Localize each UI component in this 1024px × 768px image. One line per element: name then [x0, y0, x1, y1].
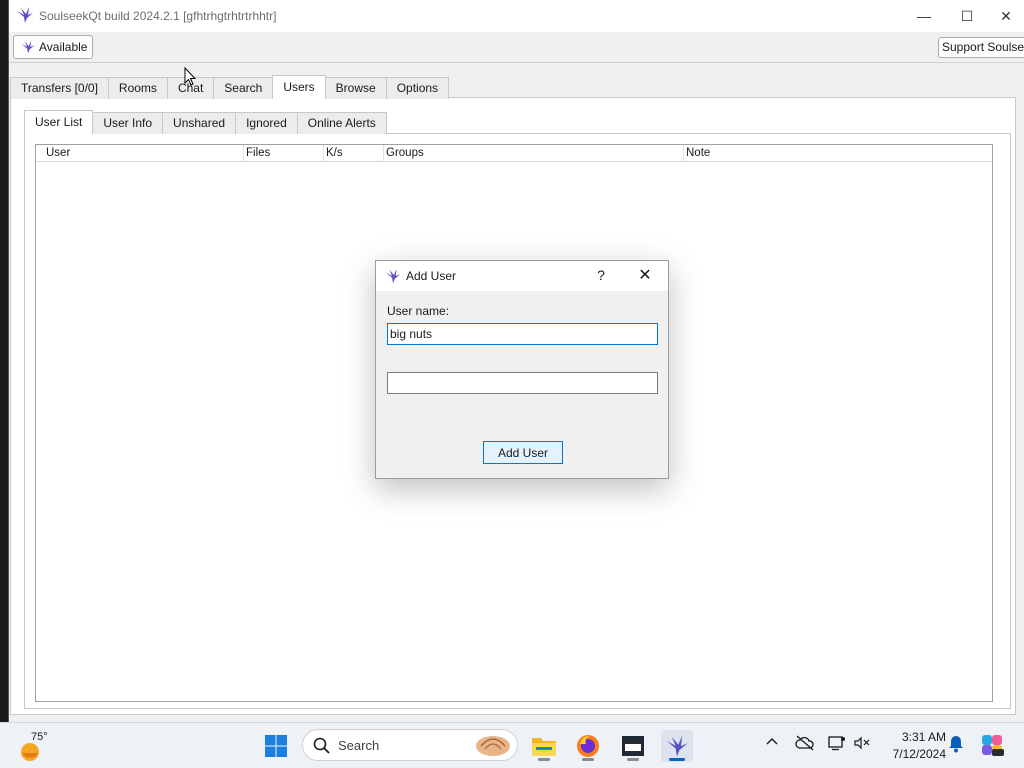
cloud-offline-icon[interactable] — [795, 735, 815, 754]
dialog-title-bar[interactable]: Add User ? ✕ — [376, 261, 668, 291]
column-header-files[interactable]: Files — [244, 145, 324, 162]
close-window-button[interactable]: ✕ — [987, 0, 1024, 32]
column-header-note[interactable]: Note — [684, 145, 992, 162]
taskbar: 75° Search 3:31 AM 7/12/2024 — [0, 722, 1024, 768]
tab-rooms[interactable]: Rooms — [107, 77, 168, 99]
soulseek-bird-icon — [385, 268, 401, 284]
username-label: User name: — [387, 304, 450, 318]
tab-online-alerts[interactable]: Online Alerts — [296, 112, 387, 134]
soulseek-bird-icon — [21, 40, 35, 54]
dialog-close-icon[interactable]: ✕ — [636, 265, 654, 285]
add-user-button[interactable]: Add User — [483, 441, 563, 464]
search-icon — [313, 737, 330, 754]
display-icon[interactable] — [828, 735, 846, 754]
users-tab-bar: User List User Info Unshared Ignored Onl… — [24, 110, 387, 135]
status-button[interactable]: Available — [13, 35, 93, 59]
chevron-up-icon[interactable] — [765, 735, 779, 752]
weather-temp: 75° — [31, 731, 48, 743]
minimize-icon: — — [917, 8, 931, 24]
windows-start-icon[interactable] — [260, 730, 292, 762]
media-app-icon[interactable] — [617, 730, 649, 762]
minimize-button[interactable]: — — [901, 0, 947, 32]
maximize-button[interactable]: ☐ — [944, 0, 990, 32]
clock-time: 3:31 AM — [901, 730, 946, 744]
firefox-icon[interactable] — [572, 730, 604, 762]
secondary-input[interactable] — [387, 372, 658, 394]
tab-unshared[interactable]: Unshared — [162, 112, 237, 134]
clock-date: 7/12/2024 — [892, 747, 946, 761]
username-input[interactable] — [387, 323, 658, 345]
tab-transfers[interactable]: Transfers [0/0] — [10, 77, 109, 99]
notification-bell-icon[interactable] — [948, 735, 964, 756]
running-indicator — [538, 758, 550, 761]
tab-search[interactable]: Search — [213, 77, 274, 99]
running-indicator — [627, 758, 639, 761]
tab-user-info[interactable]: User Info — [92, 112, 164, 134]
running-indicator — [582, 758, 594, 761]
column-header-user[interactable]: User — [44, 145, 244, 162]
tab-user-list[interactable]: User List — [24, 110, 94, 134]
table-header: User Files K/s Groups Note — [36, 145, 992, 162]
tab-options[interactable]: Options — [385, 77, 450, 99]
active-indicator — [669, 758, 685, 761]
title-bar[interactable]: SoulseekQt build 2024.2.1 [gfhtrhgtrhtrt… — [9, 0, 1024, 32]
tab-ignored[interactable]: Ignored — [235, 112, 298, 134]
desktop-edge — [0, 0, 8, 722]
tab-browse[interactable]: Browse — [324, 77, 387, 99]
main-tab-bar: Transfers [0/0] Rooms Chat Search Users … — [10, 75, 450, 99]
search-label: Search — [338, 738, 380, 753]
soulseek-icon[interactable] — [661, 730, 693, 762]
maximize-icon: ☐ — [960, 7, 974, 24]
tab-users[interactable]: Users — [272, 75, 326, 99]
help-icon[interactable]: ? — [594, 267, 608, 283]
column-header-groups[interactable]: Groups — [384, 145, 684, 162]
network-sound-icon[interactable] — [853, 735, 871, 754]
support-soulseek-button[interactable]: Support Soulseek — [938, 37, 1024, 58]
column-header-kbps[interactable]: K/s — [324, 145, 384, 162]
clock[interactable]: 3:31 AM 7/12/2024 — [880, 729, 946, 763]
status-label: Available — [39, 40, 88, 54]
mouse-cursor-icon — [184, 67, 197, 86]
soulseek-bird-icon — [17, 7, 33, 23]
add-user-dialog: Add User ? ✕ User name: Add User — [375, 260, 669, 479]
weather-widget[interactable]: 75° — [18, 731, 68, 761]
file-explorer-icon[interactable] — [528, 730, 560, 762]
dialog-title: Add User — [406, 269, 457, 283]
toolbar: Available Support Soulseek — [9, 32, 1024, 63]
copilot-icon[interactable] — [980, 732, 1006, 761]
window-title: SoulseekQt build 2024.2.1 [gfhtrhgtrhtrt… — [39, 9, 277, 23]
close-icon: ✕ — [1000, 7, 1012, 24]
taskbar-search[interactable]: Search — [302, 729, 518, 761]
search-highlight-icon — [476, 736, 510, 756]
